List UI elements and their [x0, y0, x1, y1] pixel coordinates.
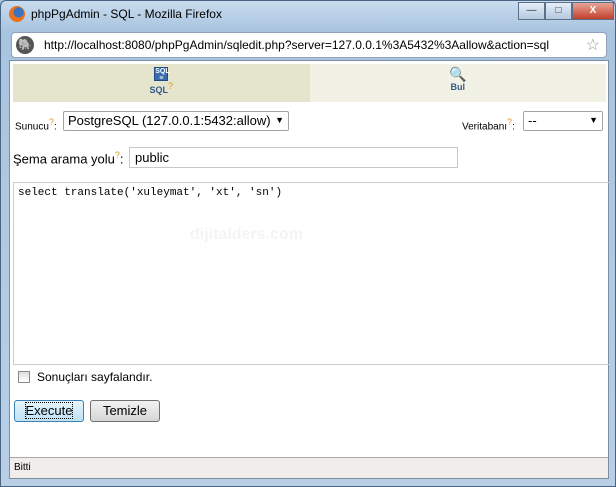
- sql-icon: SQL ≡: [154, 67, 170, 82]
- database-label: Veritabanı?:: [462, 117, 515, 133]
- help-icon[interactable]: ?: [115, 150, 120, 160]
- elephant-icon: 🐘: [16, 36, 34, 54]
- bookmark-star-icon[interactable]: ☆: [586, 35, 600, 55]
- schema-input[interactable]: [129, 147, 458, 168]
- sql-query-textarea[interactable]: select translate('xuleymat', 'xt', 'sn'): [13, 182, 609, 365]
- tab-find-label: Bul: [450, 82, 466, 92]
- paginate-checkbox[interactable]: [18, 371, 30, 383]
- chevron-down-icon: ▼: [589, 115, 598, 125]
- tab-sql-label: SQL: [149, 85, 168, 95]
- database-select[interactable]: -- ▼: [523, 111, 603, 131]
- clear-button[interactable]: Temizle: [90, 400, 160, 422]
- page-content: SQL ≡ SQL? 🔍 Bul Sunucu?: PostgreSQL (127…: [9, 60, 609, 479]
- status-bar: Bitti: [10, 457, 608, 478]
- help-icon[interactable]: ?: [49, 117, 54, 127]
- url-text[interactable]: http://localhost:8080/phpPgAdmin/sqledit…: [44, 38, 549, 52]
- url-bar[interactable]: 🐘 http://localhost:8080/phpPgAdmin/sqled…: [11, 32, 607, 58]
- close-button[interactable]: X: [572, 2, 614, 20]
- paginate-label[interactable]: Sonuçları sayfalandır.: [37, 370, 152, 384]
- tab-bar: SQL ≡ SQL? 🔍 Bul: [13, 64, 606, 102]
- help-icon[interactable]: ?: [168, 81, 173, 91]
- chevron-down-icon: ▼: [275, 115, 284, 125]
- help-icon[interactable]: ?: [507, 117, 512, 127]
- magnifier-icon: 🔍: [449, 66, 467, 82]
- maximize-button[interactable]: □: [545, 2, 572, 20]
- watermark: dijitalders.com: [190, 226, 303, 243]
- server-select[interactable]: PostgreSQL (127.0.0.1:5432:allow) ▼: [63, 111, 289, 131]
- tab-find[interactable]: 🔍 Bul: [309, 64, 606, 102]
- firefox-icon: [9, 6, 25, 22]
- window-title: phpPgAdmin - SQL - Mozilla Firefox: [31, 7, 222, 21]
- schema-label: Şema arama yolu?:: [13, 150, 124, 167]
- browser-window: phpPgAdmin - SQL - Mozilla Firefox — □ X…: [0, 0, 616, 487]
- tab-sql[interactable]: SQL ≡ SQL?: [13, 64, 310, 102]
- server-label: Sunucu?:: [15, 117, 57, 133]
- execute-button[interactable]: Execute: [14, 400, 84, 422]
- minimize-button[interactable]: —: [518, 2, 545, 20]
